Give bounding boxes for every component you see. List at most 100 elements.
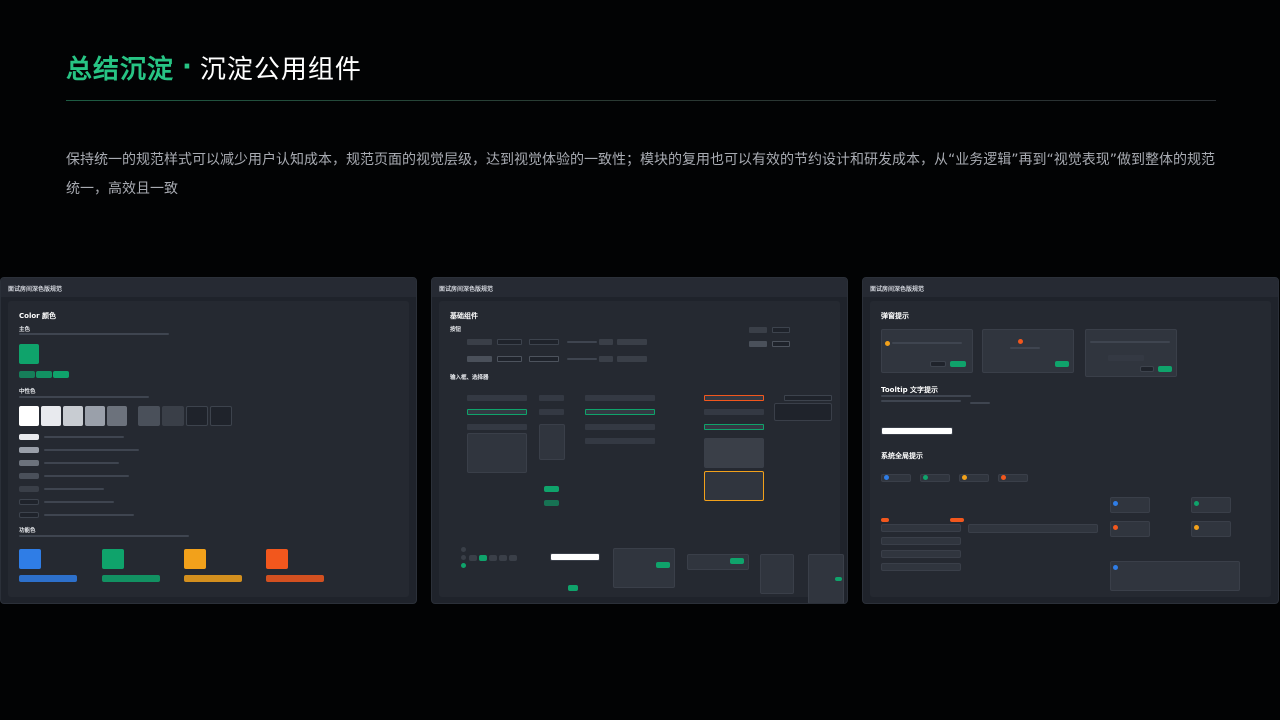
dialog-input[interactable]	[1108, 355, 1144, 361]
panel-color-spec: 面试房间深色版规范 Color 颜色 主色 中性色 功能色	[0, 277, 417, 604]
inputs-label: 输入框、选择器	[450, 375, 489, 381]
neutral-usage-swatch	[19, 499, 39, 505]
section-title: 基础组件	[450, 312, 478, 320]
pagination-item-active[interactable]	[479, 555, 487, 561]
panel-content: 弹窗提示 Tooltip 文字提示 系统全局提示	[870, 301, 1271, 597]
sample-button-primary[interactable]	[568, 585, 578, 591]
neutral-swatch	[138, 406, 160, 426]
radio-button[interactable]	[461, 555, 466, 560]
sample-button-primary[interactable]	[656, 562, 670, 568]
section-title: Color 颜色	[19, 312, 57, 320]
sample-input[interactable]	[585, 438, 655, 444]
radio-button[interactable]	[461, 547, 466, 552]
sample-button[interactable]	[529, 339, 559, 345]
primary-swatch-shade	[36, 371, 52, 378]
sample-icon-button[interactable]	[617, 356, 647, 362]
neutral-swatch	[162, 406, 184, 426]
sample-icon-button[interactable]	[599, 339, 613, 345]
sample-dropdown	[774, 403, 832, 421]
text-placeholder	[881, 395, 971, 397]
dialog-confirm-button[interactable]	[950, 361, 966, 367]
warning-swatch-shade	[184, 575, 242, 582]
sample-input[interactable]	[585, 395, 655, 401]
pagination-item[interactable]	[469, 555, 477, 561]
text-placeholder	[44, 514, 134, 516]
sample-input[interactable]	[585, 424, 655, 430]
pagination-item[interactable]	[509, 555, 517, 561]
sample-button-hover[interactable]	[497, 356, 522, 362]
sample-button-primary[interactable]	[544, 500, 559, 506]
warning-swatch	[184, 549, 206, 569]
sample-button-hover[interactable]	[772, 341, 790, 347]
panel-bar-title: 面试房间深色版规范	[432, 278, 847, 297]
sample-button-primary[interactable]	[544, 486, 559, 492]
sample-button[interactable]	[784, 395, 832, 401]
text-placeholder	[567, 341, 597, 343]
sample-button-hover[interactable]	[529, 356, 559, 362]
panel-popup-spec: 面试房间深色版规范 弹窗提示 Tooltip 文字提示 系统全局提示	[862, 277, 1279, 604]
text-placeholder	[19, 396, 149, 398]
sample-input-focus[interactable]	[704, 424, 764, 430]
radio-button-checked[interactable]	[461, 563, 466, 568]
neutral-usage-swatch	[19, 434, 39, 440]
warning-icon	[885, 341, 890, 346]
dialog-cancel-button[interactable]	[1140, 366, 1154, 372]
tooltip-section-title: Tooltip 文字提示	[881, 386, 939, 394]
title-dot: ·	[182, 52, 192, 82]
sample-switch-on[interactable]	[835, 577, 842, 581]
dialog-confirm-button[interactable]	[1158, 366, 1172, 372]
sample-button-hover[interactable]	[467, 356, 492, 362]
warning-icon	[962, 475, 967, 480]
sample-icon-button[interactable]	[599, 356, 613, 362]
buttons-label: 按钮	[450, 327, 462, 333]
sample-input-small[interactable]	[539, 409, 564, 415]
pagination-item[interactable]	[499, 555, 507, 561]
neutral-color-label: 中性色	[19, 389, 36, 395]
warning-icon	[1194, 525, 1199, 530]
primary-swatch-shade	[19, 371, 35, 378]
sample-button-hover[interactable]	[749, 341, 767, 347]
sample-tooltip	[550, 553, 600, 561]
text-placeholder	[19, 535, 189, 537]
title-main: 沉淀公用组件	[199, 54, 362, 85]
panel-base-components: 面试房间深色版规范 基础组件 按钮 输入框、选择器	[431, 277, 848, 604]
dialog-cancel-button[interactable]	[930, 361, 946, 367]
error-swatch	[266, 549, 288, 569]
sample-button[interactable]	[749, 327, 767, 333]
info-swatch-shade	[19, 575, 77, 582]
popup-section-title: 弹窗提示	[881, 312, 909, 320]
primary-swatch	[19, 344, 39, 364]
sample-tooltip	[881, 427, 953, 435]
sample-input-small[interactable]	[539, 395, 564, 401]
pagination-item[interactable]	[489, 555, 497, 561]
neutral-swatch	[41, 406, 61, 426]
sample-button[interactable]	[772, 327, 790, 333]
text-placeholder	[892, 342, 962, 344]
sample-textarea-warning[interactable]	[704, 471, 764, 501]
panel-bar-title: 面试房间深色版规范	[863, 278, 1278, 297]
sample-button[interactable]	[497, 339, 522, 345]
sample-notice	[881, 537, 961, 545]
sample-menu	[760, 554, 794, 594]
neutral-swatch	[186, 406, 208, 426]
dialog-confirm-button[interactable]	[1055, 361, 1069, 367]
header-divider	[66, 100, 1216, 101]
sample-input[interactable]	[704, 409, 764, 415]
page-header: 总结沉淀 · 沉淀公用组件	[66, 50, 362, 85]
text-placeholder	[44, 488, 104, 490]
functional-color-label: 功能色	[19, 528, 36, 534]
info-icon	[884, 475, 889, 480]
sample-input[interactable]	[467, 395, 527, 401]
success-icon	[1194, 501, 1199, 506]
sample-input-focus[interactable]	[585, 409, 655, 415]
neutral-swatch	[85, 406, 105, 426]
sample-button-primary[interactable]	[730, 558, 744, 564]
sample-icon-button[interactable]	[617, 339, 647, 345]
sample-button[interactable]	[467, 339, 492, 345]
sample-dropdown	[539, 424, 565, 460]
sample-select[interactable]	[467, 424, 527, 430]
neutral-usage-swatch	[19, 460, 39, 466]
sample-input-focus[interactable]	[467, 409, 527, 415]
sample-textarea[interactable]	[704, 438, 764, 468]
sample-input-error[interactable]	[704, 395, 764, 401]
